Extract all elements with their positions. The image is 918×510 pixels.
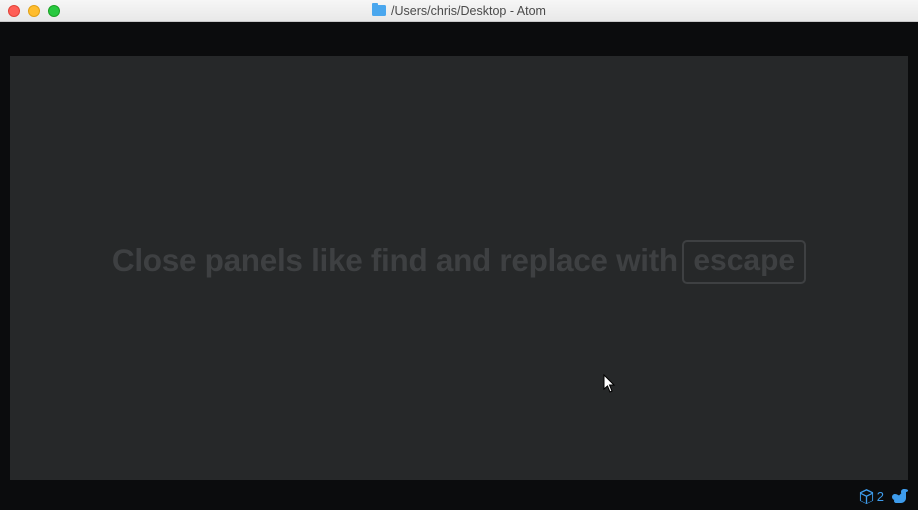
- tip-keystroke: escape: [682, 240, 806, 284]
- window-minimize-button[interactable]: [28, 5, 40, 17]
- folder-icon: [372, 5, 386, 16]
- git-count: 2: [877, 489, 884, 504]
- package-icon: [859, 489, 874, 504]
- window-titlebar: /Users/chris/Desktop - Atom: [0, 0, 918, 22]
- squirrel-icon: [892, 488, 908, 504]
- window-title-text: /Users/chris/Desktop - Atom: [391, 4, 546, 18]
- app-body: Close panels like find and replace with …: [0, 22, 918, 510]
- tab-bar[interactable]: [0, 22, 918, 56]
- git-status[interactable]: 2: [859, 489, 884, 504]
- traffic-lights: [8, 5, 60, 17]
- editor-pane[interactable]: Close panels like find and replace with …: [10, 56, 908, 480]
- update-indicator[interactable]: [892, 488, 908, 504]
- background-tip: Close panels like find and replace with …: [112, 241, 806, 285]
- window-maximize-button[interactable]: [48, 5, 60, 17]
- window-close-button[interactable]: [8, 5, 20, 17]
- window-title-group: /Users/chris/Desktop - Atom: [0, 4, 918, 18]
- status-bar: 2: [0, 482, 918, 510]
- tip-text: Close panels like find and replace with: [112, 242, 678, 278]
